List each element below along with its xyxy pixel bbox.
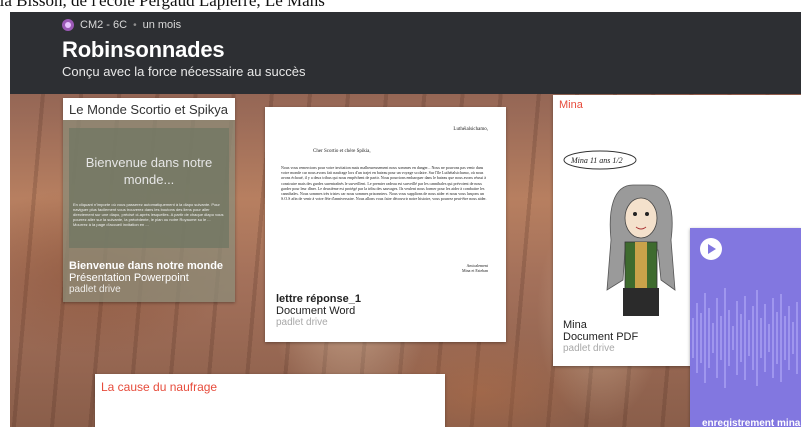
letter-signoff: Amicalement Mina et Esteban [462, 263, 488, 273]
waveform[interactable] [690, 268, 801, 408]
preview-title: Bienvenue dans notre monde... [85, 155, 213, 187]
attachment-type: Document Word [276, 305, 356, 317]
post-heading: La cause du naufrage [101, 380, 218, 394]
page-caption: ria Bisson, de l'école Pergaud Lapierre,… [0, 0, 801, 12]
padlet-title: Robinsonnades [62, 37, 225, 62]
letter-address: Luthéialsichamo, [453, 127, 488, 132]
attachment-source: padlet drive [276, 317, 328, 328]
attachment-info: Bienvenue dans notre monde Présentation … [69, 260, 223, 295]
separator: • [133, 19, 137, 31]
post-heading: Le Monde Scortio et Spikya [63, 98, 235, 120]
letter-body: Nous vous remercions pour votre invitati… [281, 165, 487, 202]
powerpoint-preview[interactable]: Bienvenue dans notre monde... En cliquan… [69, 128, 229, 248]
attachment-name[interactable]: lettre réponse_1 [276, 293, 361, 305]
post-heading: Mina [559, 99, 583, 111]
padlet-meta: CM2 - 6C • un mois [62, 19, 181, 31]
mina-drawing[interactable]: Mina 11 ans 1/2 [563, 150, 693, 320]
attachment-source: padlet drive [69, 284, 121, 295]
letter-greeting: Cher Scortio et chère Spikia, [313, 149, 371, 154]
letter-signature: Mina et Esteban [462, 268, 488, 273]
time-ago: un mois [142, 19, 182, 31]
attachment-name[interactable]: Bienvenue dans notre monde [69, 260, 223, 272]
attachment-name[interactable]: Mina [563, 319, 638, 331]
post-card-monde[interactable]: Le Monde Scortio et Spikya Bienvenue dan… [63, 98, 235, 302]
post-card-lettre[interactable]: Luthéialsichamo, Cher Scortio et chère S… [265, 107, 506, 342]
attachment-source: padlet drive [563, 343, 615, 354]
attachment-type: Document PDF [563, 331, 639, 343]
post-card-naufrage[interactable]: La cause du naufrage [95, 374, 445, 427]
preview-text: En cliquant n'importe où vous passerez a… [73, 202, 224, 227]
padlet-board: CM2 - 6C • un mois Robinsonnades Conçu a… [10, 12, 801, 427]
play-icon[interactable] [700, 238, 722, 260]
padlet-header: CM2 - 6C • un mois Robinsonnades Conçu a… [10, 12, 801, 94]
avatar-icon[interactable] [62, 19, 74, 31]
attachment-type: Présentation Powerpoint [69, 272, 189, 284]
post-card-audio[interactable]: enregistrement mina Audio de 0:32 [690, 228, 801, 427]
word-document-preview[interactable]: Luthéialsichamo, Cher Scortio et chère S… [273, 115, 498, 285]
attachment-name[interactable]: enregistrement mina [702, 418, 800, 427]
class-name[interactable]: CM2 - 6C [80, 19, 127, 31]
attachment-info: Mina Document PDF padlet drive [563, 319, 638, 354]
attachment-info: lettre réponse_1 Document Word padlet dr… [276, 293, 361, 328]
padlet-subtitle: Conçu avec la force nécessaire au succès [62, 64, 306, 79]
attachment-info: enregistrement mina Audio de 0:32 [702, 418, 800, 427]
caption-text: ria Bisson, de l'école Pergaud Lapierre,… [0, 0, 325, 10]
drawing-caption: Mina 11 ans 1/2 [570, 156, 623, 165]
